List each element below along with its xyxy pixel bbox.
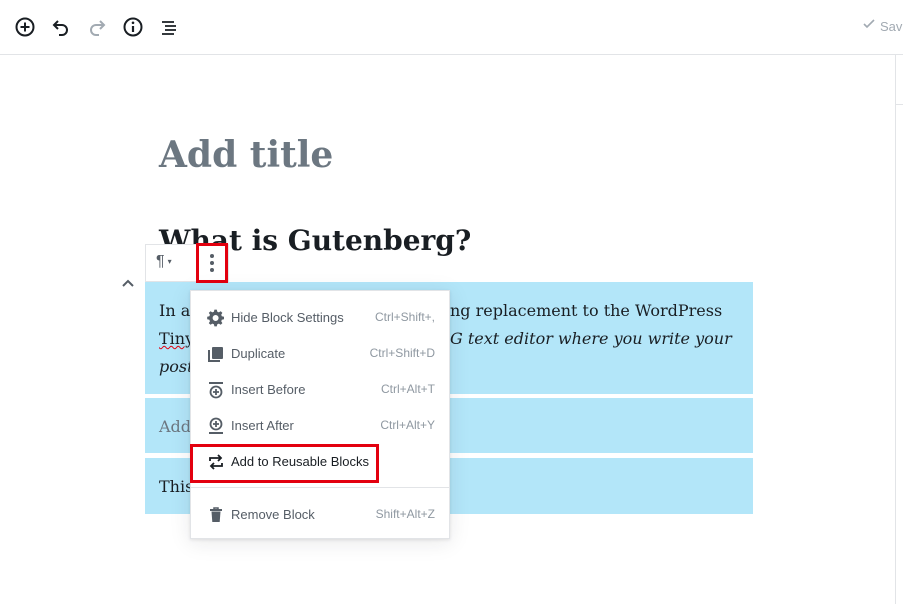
menu-item-hide-block-settings[interactable]: Hide Block Settings Ctrl+Shift+, (191, 300, 449, 336)
menu-item-label: Insert After (231, 418, 294, 433)
sidebar-border (895, 54, 896, 604)
para3-text: This (159, 477, 194, 496)
menu-item-shortcut: Ctrl+Shift+D (369, 346, 435, 360)
info-icon[interactable] (121, 15, 145, 39)
menu-item-label: Remove Block (231, 507, 315, 522)
menu-item-label: Duplicate (231, 346, 286, 361)
menu-item-shortcut: Shift+Alt+Z (375, 507, 435, 521)
menu-item-insert-before[interactable]: Insert Before Ctrl+Alt+T (191, 372, 449, 408)
para1-line2-start: Tiny (159, 329, 195, 348)
para1-line1-end: ng replacement to the WordPress (450, 301, 723, 320)
block-toolbar: ¶ ▾ (145, 243, 229, 283)
menu-item-shortcut: Ctrl+Shift+, (374, 310, 435, 324)
para1-line3-start: post (159, 357, 194, 376)
menu-item-shortcut: Ctrl+Alt+T (380, 382, 435, 396)
duplicate-icon (206, 344, 226, 364)
caret-down-icon: ▾ (167, 257, 172, 267)
redo-icon[interactable] (85, 15, 109, 39)
saved-indicator: Sav (862, 17, 902, 34)
more-options-button[interactable] (196, 243, 228, 283)
ellipsis-vertical-icon (210, 254, 214, 272)
plus-circle-icon[interactable] (13, 15, 37, 39)
block-switcher[interactable]: ¶ ▾ (156, 253, 172, 271)
menu-item-label: Insert Before (231, 382, 306, 397)
check-icon (862, 17, 876, 34)
annotation-highlight (190, 444, 379, 483)
menu-item-label: Hide Block Settings (231, 310, 344, 325)
menu-item-duplicate[interactable]: Duplicate Ctrl+Shift+D (191, 336, 449, 372)
menu-divider (191, 487, 449, 488)
gear-icon (206, 308, 226, 328)
undo-icon[interactable] (49, 15, 73, 39)
menu-item-insert-after[interactable]: Insert After Ctrl+Alt+Y (191, 408, 449, 444)
save-label: Sav (880, 19, 903, 34)
para1-line1-start: In a (159, 301, 191, 320)
post-title-placeholder[interactable]: Add title (159, 134, 333, 176)
menu-item-shortcut: Ctrl+Alt+Y (380, 418, 435, 432)
trash-icon (206, 505, 226, 525)
para1-line2-end: G text editor where you write your (450, 329, 732, 348)
menu-item-remove-block[interactable]: Remove Block Shift+Alt+Z (191, 497, 449, 533)
insert-after-icon (206, 416, 226, 436)
move-up-icon[interactable] (120, 276, 136, 292)
editor-header: Sav (0, 0, 903, 55)
sidebar-edge (895, 54, 903, 105)
para2-placeholder: Add (159, 417, 192, 436)
insert-before-icon (206, 380, 226, 400)
block-settings-menu: Hide Block Settings Ctrl+Shift+, Duplica… (190, 290, 450, 539)
list-icon[interactable] (157, 15, 181, 39)
paragraph-icon: ¶ (156, 253, 165, 270)
